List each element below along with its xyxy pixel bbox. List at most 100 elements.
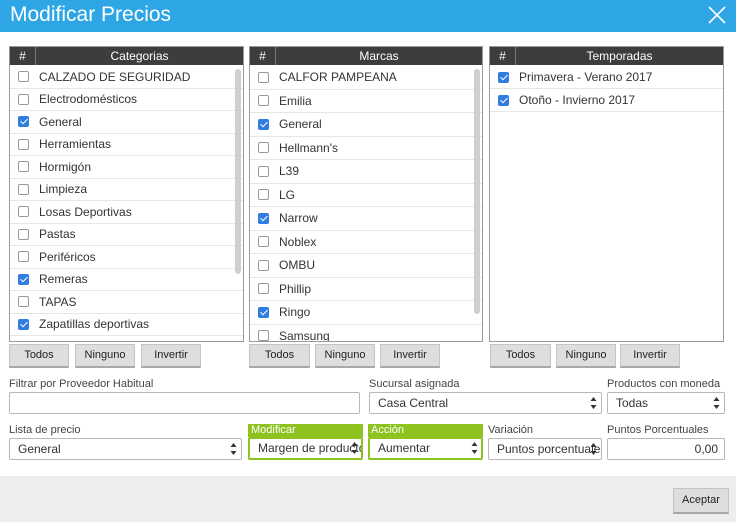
modificar-value: Margen de producto [258, 441, 363, 455]
marcas-invertir-button[interactable]: Invertir [380, 344, 440, 368]
marcas-item[interactable]: Ringo [250, 301, 482, 325]
checkbox[interactable] [258, 236, 269, 248]
marcas-item[interactable]: CALFOR PAMPEANA [250, 66, 482, 90]
marcas-item-label: L39 [279, 164, 300, 179]
window-title: Modificar Precios [10, 3, 172, 26]
categorias-item[interactable]: Limpieza [10, 179, 243, 201]
variacion-select[interactable]: Puntos porcentuales [488, 438, 602, 460]
marcas-item[interactable]: Noblex [250, 231, 482, 254]
checkbox[interactable] [18, 93, 29, 105]
checkbox[interactable] [258, 283, 269, 295]
marcas-item[interactable]: OMBU [250, 254, 482, 278]
hash-column-header: # [250, 47, 276, 65]
temporadas-ninguno-button[interactable]: Ninguno [556, 344, 616, 368]
marcas-item-label: Emilia [279, 93, 312, 108]
marcas-item[interactable]: Narrow [250, 207, 482, 231]
categorias-scrollbar[interactable] [235, 69, 241, 274]
checkbox-checked[interactable] [18, 318, 29, 330]
modificar-select[interactable]: Margen de producto [248, 437, 363, 460]
categorias-item-label: General [39, 114, 82, 129]
marcas-item[interactable]: Samsung [250, 325, 482, 341]
checkbox[interactable] [18, 251, 29, 263]
marcas-item[interactable]: L39 [250, 160, 482, 184]
dialog-footer: Aceptar [0, 476, 736, 522]
close-icon[interactable] [704, 2, 730, 28]
categorias-invertir-button[interactable]: Invertir [141, 344, 201, 368]
checkbox[interactable] [18, 296, 29, 308]
lista-value: General [18, 442, 61, 456]
checkbox[interactable] [258, 330, 269, 341]
checkbox[interactable] [18, 71, 29, 83]
puntos-input[interactable]: 0,00 [607, 438, 725, 460]
proveedor-input[interactable] [9, 392, 360, 414]
checkbox-checked[interactable] [18, 273, 29, 285]
temporadas-item-label: Otoño - Invierno 2017 [519, 93, 636, 107]
checkbox[interactable] [18, 228, 29, 240]
categorias-item[interactable]: CALZADO DE SEGURIDAD [10, 66, 243, 89]
categorias-item-label: Remeras [39, 272, 88, 287]
categorias-todos-button[interactable]: Todos [9, 344, 69, 368]
categorias-item[interactable]: General [10, 111, 243, 134]
marcas-scrollbar[interactable] [474, 69, 480, 314]
checkbox[interactable] [18, 206, 29, 218]
proveedor-label: Filtrar por Proveedor Habitual [9, 378, 154, 390]
checkbox[interactable] [18, 183, 29, 195]
marcas-item[interactable]: LG [250, 184, 482, 207]
marcas-item-label: Narrow [279, 211, 318, 226]
hash-column-header: # [490, 47, 516, 65]
marcas-todos-button[interactable]: Todos [249, 344, 310, 368]
marcas-item-label: General [279, 117, 322, 132]
categorias-item[interactable]: TAPAS [10, 291, 243, 314]
select-arrows-icon [471, 442, 478, 454]
marcas-item-label: Ringo [279, 305, 311, 320]
categorias-item[interactable]: Periféricos [10, 246, 243, 269]
temporadas-invertir-button[interactable]: Invertir [620, 344, 680, 368]
categorias-item-label: Hormigón [39, 159, 92, 174]
categorias-ninguno-button[interactable]: Ninguno [75, 344, 135, 368]
checkbox-checked[interactable] [258, 212, 269, 224]
checkbox[interactable] [258, 95, 269, 107]
accion-label: Acción [368, 424, 483, 437]
checkbox-checked[interactable] [258, 118, 269, 130]
categorias-item[interactable]: Electrodomésticos [10, 89, 243, 111]
moneda-select[interactable]: Todas [607, 392, 725, 414]
categorias-item[interactable]: Hormigón [10, 156, 243, 179]
modificar-label: Modificar [248, 424, 363, 437]
temporadas-item[interactable]: Otoño - Invierno 2017 [490, 89, 723, 112]
marcas-item[interactable]: Hellmann's [250, 137, 482, 160]
checkbox[interactable] [258, 71, 269, 83]
moneda-value: Todas [616, 396, 649, 410]
checkbox-checked[interactable] [498, 71, 509, 83]
categorias-item[interactable]: Zapatillas deportivas [10, 314, 243, 336]
lista-select[interactable]: General [9, 438, 242, 460]
marcas-ninguno-button[interactable]: Ninguno [315, 344, 375, 368]
categorias-title: Categorias [110, 49, 169, 63]
temporadas-item[interactable]: Primavera - Verano 2017 [490, 66, 723, 89]
categorias-item[interactable]: Herramientas [10, 134, 243, 156]
marcas-title: Marcas [359, 49, 399, 63]
accion-select[interactable]: Aumentar [368, 437, 483, 460]
checkbox-checked[interactable] [498, 94, 509, 106]
categorias-item-label: Periféricos [39, 249, 96, 264]
sucursal-select[interactable]: Casa Central [369, 392, 602, 414]
checkbox-checked[interactable] [258, 306, 269, 318]
checkbox[interactable] [258, 189, 269, 201]
marcas-item-label: OMBU [279, 258, 315, 273]
categorias-item[interactable]: Remeras [10, 269, 243, 291]
checkbox[interactable] [18, 138, 29, 150]
categorias-list: CALZADO DE SEGURIDAD Electrodomésticos Gen… [10, 66, 243, 341]
categorias-item[interactable]: Pastas [10, 224, 243, 246]
checkbox[interactable] [18, 161, 29, 173]
marcas-item[interactable]: Emilia [250, 90, 482, 113]
marcas-item[interactable]: Phillip [250, 278, 482, 301]
categorias-item[interactable]: Losas Deportivas [10, 201, 243, 224]
checkbox[interactable] [258, 259, 269, 271]
marcas-item[interactable]: General [250, 113, 482, 137]
checkbox[interactable] [258, 165, 269, 177]
temporadas-todos-button[interactable]: Todos [490, 344, 551, 368]
checkbox[interactable] [258, 142, 269, 154]
categorias-header: # Categorias [10, 47, 243, 65]
checkbox-checked[interactable] [18, 116, 29, 128]
temporadas-header: # Temporadas [490, 47, 723, 65]
aceptar-button[interactable]: Aceptar [673, 488, 729, 514]
